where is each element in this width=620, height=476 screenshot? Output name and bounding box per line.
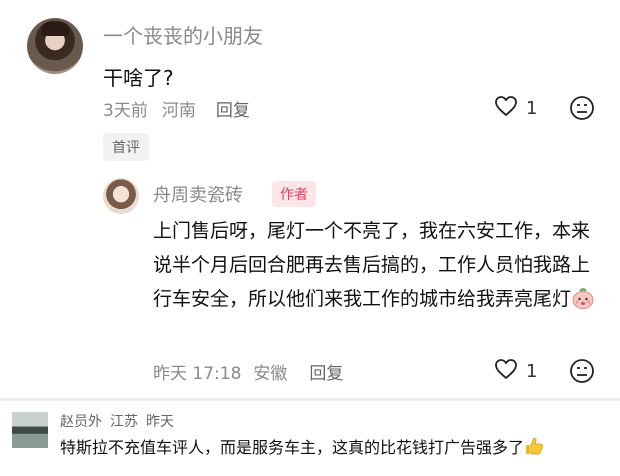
reply-location: 安徽 [253, 364, 288, 384]
bottom-comment-time: 昨天 [146, 414, 174, 430]
bottom-comment-location: 江苏 [110, 414, 138, 430]
heart-outline-icon [494, 95, 518, 122]
section-divider [0, 398, 620, 401]
reply-like-count: 1 [526, 361, 538, 382]
peach-emoji-icon [571, 286, 595, 309]
reply-reply-button[interactable]: 回复 [309, 359, 343, 384]
author-avatar[interactable] [103, 178, 139, 214]
author-username[interactable]: 舟周卖瓷砖 [153, 181, 243, 207]
commenter-avatar[interactable] [27, 18, 83, 74]
bottom-commenter-avatar[interactable] [12, 412, 48, 448]
comment-reply-button[interactable]: 回复 [216, 96, 250, 121]
reply-dislike-button[interactable] [569, 358, 595, 388]
comment-location: 河南 [161, 101, 196, 121]
comment-meta: 3天前 河南 回复 [103, 96, 250, 121]
bottom-commenter-username[interactable]: 赵员外 [60, 411, 102, 431]
reply-text-content: 上门售后呀，尾灯一个不亮了，我在六安工作，本来说半个月后回合肥再去售后搞的，工作… [153, 220, 591, 310]
reply-text: 上门售后呀，尾灯一个不亮了，我在六安工作，本来说半个月后回合肥再去售后搞的，工作… [153, 214, 603, 316]
thumbs-up-emoji-icon [524, 436, 544, 456]
sad-face-icon [569, 358, 595, 388]
bottom-comment-meta: 赵员外 江苏 昨天 [60, 411, 174, 431]
sad-face-icon [569, 95, 595, 125]
reply-time: 昨天 17:18 [153, 364, 242, 384]
reply-meta: 昨天 17:18 安徽 回复 [153, 359, 343, 384]
reply-like-button[interactable]: 1 [494, 358, 537, 385]
comment-like-count: 1 [526, 98, 538, 119]
bottom-comment-text-content: 特斯拉不充值车评人，而是服务车主，这真的比花钱打广告强多了 [60, 438, 525, 457]
commenter-username[interactable]: 一个丧丧的小朋友 [103, 20, 263, 49]
comment-like-button[interactable]: 1 [494, 95, 537, 122]
author-tag: 作者 [272, 181, 316, 207]
comment-time: 3天前 [103, 101, 148, 121]
comment-text: 干啥了? [103, 66, 174, 90]
bottom-comment-text: 特斯拉不充值车评人，而是服务车主，这真的比花钱打广告强多了 [60, 434, 544, 458]
first-comment-badge: 首评 [103, 133, 149, 161]
comment-dislike-button[interactable] [569, 95, 595, 125]
heart-outline-icon [494, 358, 518, 385]
